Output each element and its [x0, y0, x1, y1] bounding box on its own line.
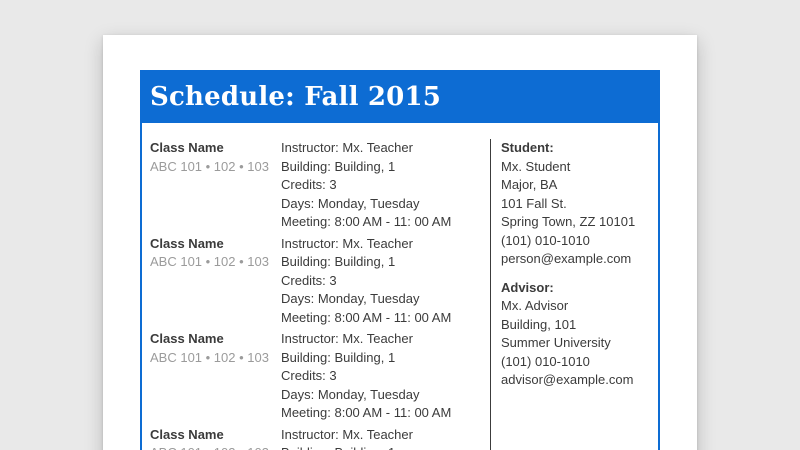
class-detail-line: Instructor: Mx. Teacher	[281, 331, 413, 346]
class-detail-line: Credits: 3	[281, 368, 337, 383]
advisor-info-line: advisor@example.com	[501, 372, 634, 387]
advisor-info-line: (101) 010-1010	[501, 353, 590, 369]
class-entry: Class Name ABC 101 • 102 • 103Instructor:…	[150, 426, 490, 450]
class-detail-line: Building: Building, 1	[281, 254, 396, 269]
class-detail-line: Credits: 3	[281, 177, 337, 192]
schedule-body: Class Name ABC 101 • 102 • 103 Instructor:…	[140, 123, 660, 450]
page-background: Schedule: Fall 2015 Class Name ABC 101 • …	[0, 0, 800, 450]
contact-info-column: Student: Mx. Student Major, BA 101 Fall St…	[490, 139, 658, 450]
class-list: Class Name ABC 101 • 102 • 103 Instructor:…	[142, 139, 490, 450]
class-entry: Class Name ABC 101 • 102 • 103 Instructor:…	[150, 139, 490, 232]
student-info-line: Major, BA	[501, 177, 558, 192]
class-detail-line: Instructor: Mx. Teacher	[281, 426, 413, 442]
class-course-codes: ABC 101 • 102 • 103	[150, 349, 269, 365]
class-name: Class Name	[150, 331, 224, 346]
class-course-codes: ABC 101 • 102 • 103	[150, 444, 281, 450]
student-info-line: (101) 010-1010	[501, 232, 590, 248]
class-detail-line: Credits: 3	[281, 272, 337, 288]
class-entry: Class Name ABC 101 • 102 • 103 Instructor:…	[150, 330, 490, 423]
class-detail-line: Days: Monday, Tuesday	[281, 291, 420, 306]
class-identifier: Class Name ABC 101 • 102 • 103	[150, 139, 281, 232]
advisor-lines: Mx. Advisor Building, 101 Summer Universit…	[501, 297, 650, 390]
advisor-heading: Advisor:	[501, 279, 554, 295]
advisor-info-block: Advisor: Mx. Advisor Building, 101 Summer …	[501, 279, 650, 390]
student-lines: Mx. Student Major, BA 101 Fall St. Spring T…	[501, 158, 650, 269]
student-info-line: Spring Town, ZZ 10101	[501, 214, 636, 229]
class-detail-line: Meeting: 8:00 AM - 11: 00 AM	[281, 405, 452, 420]
schedule-widget: Schedule: Fall 2015 Class Name ABC 101 • …	[140, 70, 660, 450]
class-detail-line: Instructor: Mx. Teacher	[281, 235, 413, 251]
class-detail-line: Building: Building, 1	[281, 349, 396, 365]
class-name: Class Name	[150, 426, 224, 442]
class-details: Instructor: Mx. Teacher Building: Buildin…	[281, 139, 490, 232]
student-info-line: Mx. Student	[501, 158, 571, 174]
class-details: Instructor: Mx. Teacher Building: Buildin…	[281, 330, 490, 423]
class-detail-line: Days: Monday, Tuesday	[281, 195, 420, 211]
advisor-info-line: Summer University	[501, 335, 611, 350]
class-detail-line: Instructor: Mx. Teacher	[281, 140, 413, 155]
class-detail-line: Building: Building, 1	[281, 158, 396, 174]
student-info-line: person@example.com	[501, 251, 632, 266]
class-details: Instructor: Mx. Teacher Building: Buildin…	[281, 235, 490, 328]
class-name: Class Name	[150, 140, 224, 155]
class-details: Instructor: Mx. Teacher Building: Buildin…	[281, 426, 490, 450]
class-detail-line: Meeting: 8:00 AM - 11: 00 AM	[281, 309, 452, 325]
class-detail-line: Meeting: 8:00 AM - 11: 00 AM	[281, 214, 452, 229]
class-identifier: Class Name ABC 101 • 102 • 103	[150, 426, 281, 450]
student-heading: Student:	[501, 140, 554, 155]
class-course-codes: ABC 101 • 102 • 103	[150, 158, 269, 174]
student-info-line: 101 Fall St.	[501, 195, 567, 211]
class-detail-line: Building: Building, 1	[281, 444, 490, 450]
advisor-info-line: Mx. Advisor	[501, 298, 569, 313]
student-info-block: Student: Mx. Student Major, BA 101 Fall St…	[501, 139, 650, 269]
advisor-info-line: Building, 101	[501, 316, 577, 332]
class-course-codes: ABC 101 • 102 • 103	[150, 254, 269, 269]
class-identifier: Class Name ABC 101 • 102 • 103	[150, 330, 281, 423]
schedule-header: Schedule: Fall 2015	[140, 70, 660, 123]
class-entry: Class Name ABC 101 • 102 • 103 Instructor:…	[150, 235, 490, 328]
class-identifier: Class Name ABC 101 • 102 • 103	[150, 235, 281, 328]
page-title: Schedule: Fall 2015	[150, 81, 442, 112]
class-name: Class Name	[150, 235, 224, 251]
schedule-page-card: Schedule: Fall 2015 Class Name ABC 101 • …	[103, 35, 697, 450]
class-detail-line: Days: Monday, Tuesday	[281, 386, 420, 402]
